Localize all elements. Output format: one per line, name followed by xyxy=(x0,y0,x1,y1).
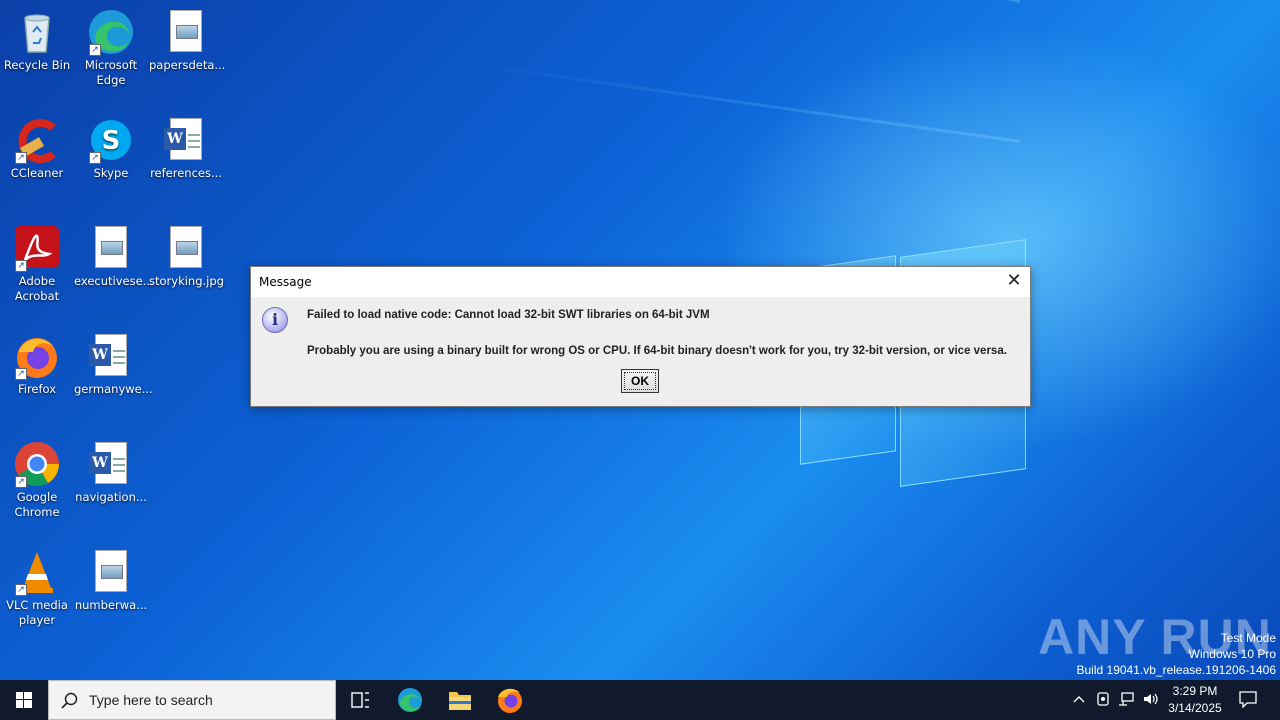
desktop-icon-label: storyking.jpg xyxy=(149,274,224,288)
desktop-icon-papersdeta[interactable]: papersdeta... xyxy=(149,8,226,73)
search-placeholder: Type here to search xyxy=(89,692,213,708)
shortcut-arrow-icon: ↗ xyxy=(15,260,27,272)
desktop-icon-storyking[interactable]: storyking.jpg xyxy=(149,224,224,289)
word-doc-icon: W xyxy=(162,116,210,164)
info-icon: i xyxy=(262,307,288,333)
taskbar-file-explorer-button[interactable] xyxy=(436,680,484,720)
light-ray xyxy=(465,62,1021,143)
security-center-icon[interactable] xyxy=(1094,690,1112,708)
desktop-icon-numberwa[interactable]: numberwa... xyxy=(74,548,148,613)
test-mode-line: Test Mode xyxy=(1220,631,1276,645)
edge-icon xyxy=(398,688,422,712)
desktop-icon-label: Recycle Bin xyxy=(3,58,71,72)
firefox-icon: ↗ xyxy=(13,332,61,380)
light-ray xyxy=(223,0,1021,3)
desktop-icon-label: Google Chrome xyxy=(14,490,60,519)
desktop-icon-label: Adobe Acrobat xyxy=(14,274,60,303)
network-icon[interactable] xyxy=(1117,690,1135,708)
task-view-icon xyxy=(351,692,369,708)
taskbar-search-box[interactable]: Type here to search xyxy=(48,680,336,720)
dialog-title: Message xyxy=(259,275,312,289)
desktop-icon-label: executivese... xyxy=(74,274,154,288)
taskbar-firefox-button[interactable] xyxy=(486,680,534,720)
dialog-message-line-2: Probably you are using a binary built fo… xyxy=(307,345,1007,357)
image-file-icon xyxy=(162,224,210,272)
desktop-icon-label: Skype xyxy=(93,166,129,180)
svg-text:S: S xyxy=(102,126,121,156)
notifications-icon[interactable] xyxy=(1238,690,1258,709)
edge-icon: ↗ xyxy=(87,8,135,56)
word-doc-icon: W xyxy=(87,332,135,380)
desktop-icon-germanywe[interactable]: W germanywe... xyxy=(74,332,153,397)
shortcut-arrow-icon: ↗ xyxy=(15,152,27,164)
desktop-icon-executivese[interactable]: executivese... xyxy=(74,224,154,289)
ccleaner-icon: ↗ xyxy=(13,116,61,164)
desktop-icon-skype[interactable]: S ↗ Skype xyxy=(74,116,148,181)
os-edition-line: Windows 10 Pro xyxy=(1188,647,1276,661)
dialog-message-line-1: Failed to load native code: Cannot load … xyxy=(307,309,710,321)
start-button[interactable] xyxy=(0,680,48,720)
desktop-icon-navigation[interactable]: W navigation... xyxy=(74,440,148,505)
desktop-icon-label: references... xyxy=(150,166,222,180)
shortcut-arrow-icon: ↗ xyxy=(89,152,101,164)
taskbar: Type here to search 3:29 PM 3/14/2025 xyxy=(0,680,1280,720)
desktop-icon-references[interactable]: W references... xyxy=(149,116,223,181)
desktop-icon-label: CCleaner xyxy=(10,166,64,180)
clock-date: 3/14/2025 xyxy=(1168,701,1222,715)
desktop-icon-ccleaner[interactable]: ↗ CCleaner xyxy=(0,116,74,181)
shortcut-arrow-icon: ↗ xyxy=(15,368,27,380)
desktop-icon-label: papersdeta... xyxy=(149,58,226,72)
desktop-icon-label: VLC media player xyxy=(6,598,68,627)
close-icon[interactable]: ✕ xyxy=(998,267,1030,297)
image-file-icon xyxy=(162,8,210,56)
build-line: Build 19041.vb_release.191206-1406 xyxy=(1076,663,1277,677)
taskbar-edge-button[interactable] xyxy=(386,680,434,720)
message-dialog: Message ✕ i Failed to load native code: … xyxy=(250,266,1031,407)
vlc-icon: ↗ xyxy=(13,548,61,596)
desktop-icon-adobe-acrobat[interactable]: ↗ Adobe Acrobat xyxy=(0,224,74,304)
volume-icon[interactable] xyxy=(1141,690,1159,708)
desktop-icon-firefox[interactable]: ↗ Firefox xyxy=(0,332,74,397)
image-file-icon xyxy=(87,548,135,596)
desktop-icon-label: Firefox xyxy=(17,382,57,396)
recycle-bin-icon xyxy=(13,8,61,56)
desktop-icon-label: Microsoft Edge xyxy=(84,58,138,87)
shortcut-arrow-icon: ↗ xyxy=(15,476,27,488)
search-icon xyxy=(61,692,78,709)
desktop-icon-label: navigation... xyxy=(75,490,147,504)
taskbar-clock[interactable]: 3:29 PM 3/14/2025 xyxy=(1160,683,1230,717)
desktop-icon-recycle-bin[interactable]: Recycle Bin xyxy=(0,8,74,73)
skype-icon: S ↗ xyxy=(87,116,135,164)
folder-icon xyxy=(449,692,471,710)
dialog-titlebar[interactable]: Message ✕ xyxy=(251,267,1030,297)
shortcut-arrow-icon: ↗ xyxy=(15,584,27,596)
word-doc-icon: W xyxy=(87,440,135,488)
image-file-icon xyxy=(87,224,135,272)
shortcut-arrow-icon: ↗ xyxy=(89,44,101,56)
chevron-up-icon[interactable] xyxy=(1070,690,1088,708)
firefox-icon xyxy=(498,688,522,713)
chrome-icon: ↗ xyxy=(13,440,61,488)
desktop-icon-label: numberwa... xyxy=(74,598,148,612)
desktop-icon-google-chrome[interactable]: ↗ Google Chrome xyxy=(0,440,74,520)
ok-button[interactable]: OK xyxy=(621,369,659,393)
task-view-button[interactable] xyxy=(336,680,384,720)
desktop-icon-microsoft-edge[interactable]: ↗ Microsoft Edge xyxy=(74,8,148,88)
test-mode-text: Test Mode Windows 10 Pro Build 19041.vb_… xyxy=(1077,630,1277,678)
desktop-icon-vlc[interactable]: ↗ VLC media player xyxy=(0,548,74,628)
clock-time: 3:29 PM xyxy=(1172,684,1218,698)
windows-logo-icon xyxy=(16,692,32,708)
desktop-icon-label: germanywe... xyxy=(74,382,153,396)
acrobat-icon: ↗ xyxy=(13,224,61,272)
